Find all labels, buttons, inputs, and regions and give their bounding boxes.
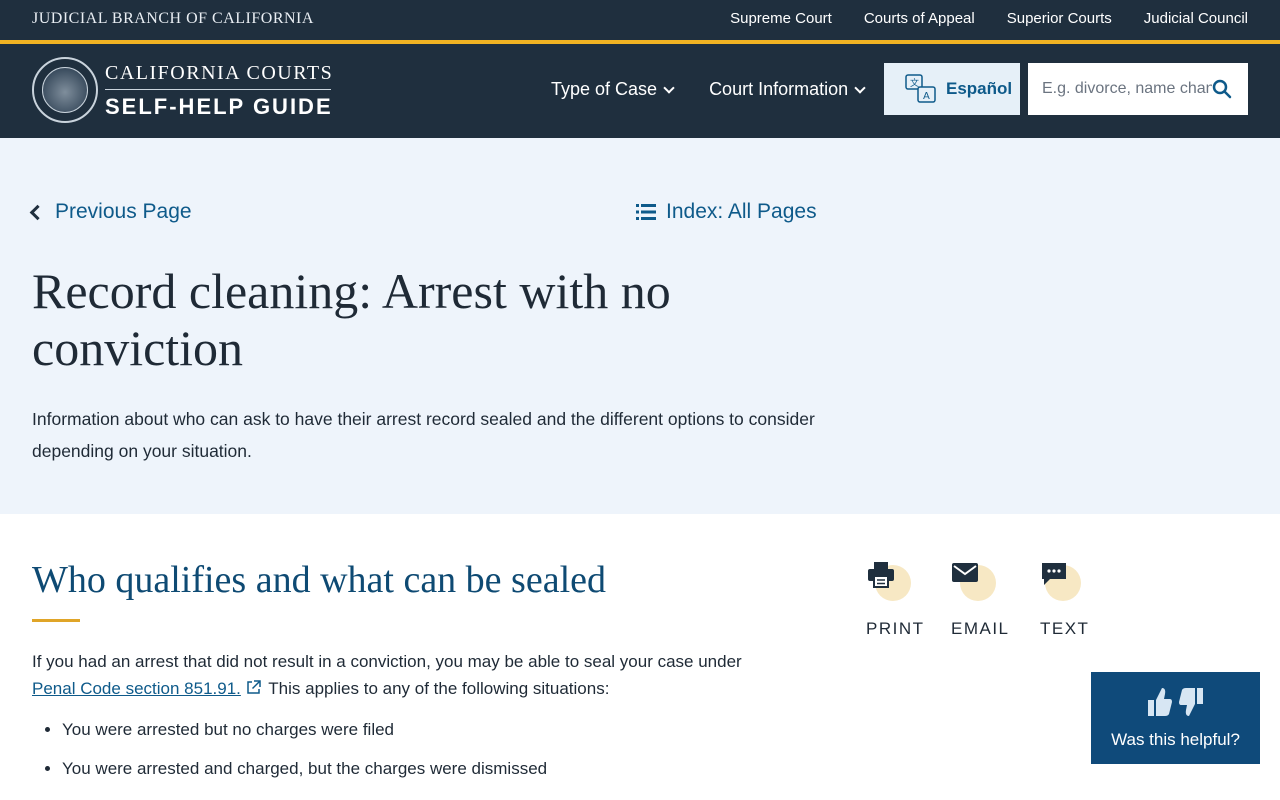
- search-icon[interactable]: [1210, 63, 1234, 115]
- email-button[interactable]: EMAIL: [951, 560, 1010, 639]
- para-text-after: This applies to any of the following sit…: [263, 679, 610, 698]
- thumbs-down-icon: [1178, 688, 1203, 716]
- envelope-icon: [952, 563, 978, 582]
- brand-subtitle[interactable]: SELF-HELP GUIDE: [105, 94, 333, 120]
- para-text-before: If you had an arrest that did not result…: [32, 652, 742, 671]
- text-button[interactable]: TEXT: [1040, 560, 1089, 639]
- previous-page-label: Previous Page: [55, 200, 192, 223]
- top-nav: Supreme Court Courts of Appeal Superior …: [730, 10, 1248, 27]
- chat-icon: [1042, 563, 1066, 585]
- thumbs-up-icon: [1148, 688, 1173, 716]
- nav-court-information[interactable]: Court Information: [709, 79, 866, 100]
- list-item: You were arrested and charged, but the c…: [62, 757, 782, 781]
- situations-list: You were arrested but no charges were fi…: [62, 718, 782, 796]
- previous-page-link[interactable]: Previous Page: [29, 200, 192, 224]
- translate-icon: 文 A: [905, 74, 936, 103]
- judicial-branch-title: JUDICIAL BRANCH OF CALIFORNIA: [32, 10, 314, 27]
- text-label: TEXT: [1040, 619, 1090, 638]
- index-all-pages-link[interactable]: Index: All Pages: [636, 200, 817, 224]
- list-item: You were arrested but no charges were fi…: [62, 718, 782, 742]
- hero-section: Previous Page Index: All Pages Record cl…: [0, 138, 1280, 514]
- list-icon: [636, 204, 656, 220]
- search-box: [1028, 63, 1248, 115]
- site-header: CALIFORNIA COURTS SELF-HELP GUIDE Type o…: [0, 44, 1280, 138]
- top-link-courts-of-appeal[interactable]: Courts of Appeal: [864, 10, 975, 27]
- chevron-down-icon: [854, 81, 866, 94]
- section-title: Who qualifies and what can be sealed: [32, 559, 606, 601]
- feedback-widget[interactable]: Was this helpful?: [1091, 672, 1260, 764]
- main-nav: Type of Case Court Information: [551, 79, 866, 100]
- brand-name[interactable]: CALIFORNIA COURTS: [105, 62, 333, 85]
- top-link-superior-courts[interactable]: Superior Courts: [1007, 10, 1112, 27]
- nav-type-of-case[interactable]: Type of Case: [551, 79, 675, 100]
- language-button-label: Español: [946, 79, 1013, 98]
- seal-logo[interactable]: [32, 57, 98, 123]
- svg-text:文: 文: [910, 77, 919, 89]
- top-link-supreme-court[interactable]: Supreme Court: [730, 10, 832, 27]
- print-label: PRINT: [866, 619, 925, 638]
- section-underline: [32, 619, 80, 622]
- top-link-judicial-council[interactable]: Judicial Council: [1144, 10, 1248, 27]
- chevron-down-icon: [663, 81, 675, 94]
- penal-code-link[interactable]: Penal Code section 851.91.: [32, 679, 241, 698]
- brand-divider: [105, 89, 331, 90]
- page-title: Record cleaning: Arrest with no convicti…: [32, 263, 671, 376]
- chevron-left-icon: [29, 204, 46, 220]
- feedback-label: Was this helpful?: [1111, 730, 1240, 749]
- thumbs-icons: [1091, 686, 1260, 722]
- language-button[interactable]: 文 A Español: [884, 63, 1020, 115]
- qualify-paragraph: If you had an arrest that did not result…: [32, 648, 772, 702]
- printer-icon: [868, 562, 894, 588]
- nav-type-of-case-label: Type of Case: [551, 79, 658, 99]
- nav-court-information-label: Court Information: [709, 79, 849, 99]
- external-link-icon: [247, 680, 261, 694]
- svg-text:A: A: [923, 91, 930, 102]
- top-utility-bar: JUDICIAL BRANCH OF CALIFORNIA Supreme Co…: [0, 0, 1280, 40]
- print-button[interactable]: PRINT: [866, 560, 925, 639]
- page-intro: Information about who can ask to have th…: [32, 409, 815, 461]
- email-label: EMAIL: [951, 619, 1010, 638]
- index-label: Index: All Pages: [666, 200, 817, 223]
